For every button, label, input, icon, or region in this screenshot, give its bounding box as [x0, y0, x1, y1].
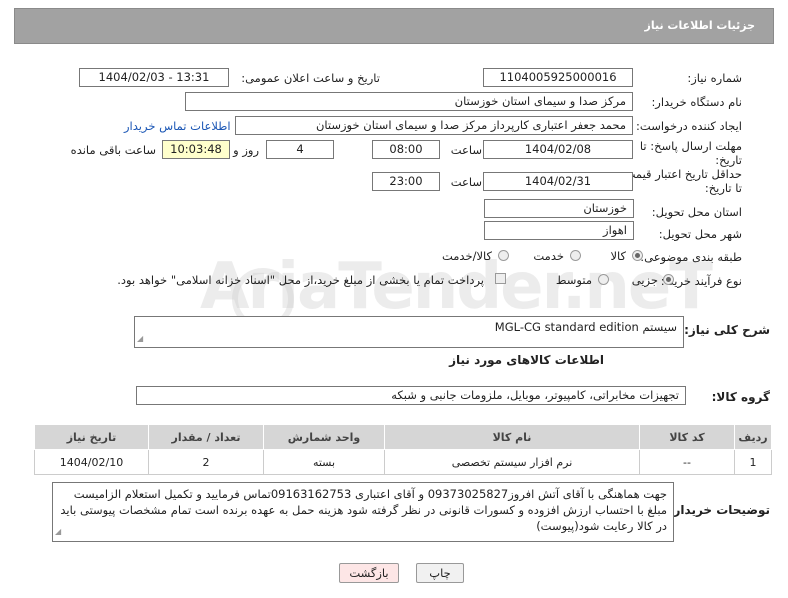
col-unit: واحد شمارش: [263, 424, 385, 450]
buyer-contact-link[interactable]: اطلاعات تماس خریدار: [124, 119, 231, 133]
province-field: خوزستان: [484, 199, 634, 218]
items-table: ردیف کد کالا نام کالا واحد شمارش تعداد /…: [34, 424, 772, 475]
resize-grip-icon: ◢: [55, 527, 62, 536]
resize-grip-icon: ◢: [137, 334, 144, 343]
province-label: استان محل تحویل:: [651, 205, 742, 219]
category-radio-goods[interactable]: [632, 250, 643, 261]
goods-section-title: اطلاعات کالاهای مورد نیاز: [449, 353, 604, 367]
buyer-notes-label: توضیحات خریدار:: [668, 503, 770, 517]
col-quantity: تعداد / مقدار: [148, 424, 264, 450]
category-radio-service[interactable]: [570, 250, 581, 261]
days-label: روز و: [233, 143, 259, 157]
details-header: جزئیات اطلاعات نیاز: [14, 8, 774, 44]
process-radio-minor[interactable]: [663, 274, 674, 285]
category-option-service: خدمت: [533, 249, 564, 263]
category-radio-goods-service[interactable]: [498, 250, 509, 261]
price-date-field: 1404/02/31: [483, 172, 633, 191]
process-radio-medium[interactable]: [598, 274, 609, 285]
table-row: 1 -- نرم افزار سیستم تخصصی بسته 2 1404/0…: [34, 449, 772, 475]
buyer-org-field: مرکز صدا و سیمای استان خوزستان: [185, 92, 633, 111]
price-validity-date-label: تا تاریخ:: [704, 181, 742, 195]
announce-field: 1404/02/03 - 13:31: [79, 68, 229, 87]
category-option-goods: کالا: [610, 249, 626, 263]
deadline-time-label: ساعت: [450, 143, 482, 157]
treasury-payment-checkbox[interactable]: [495, 273, 506, 284]
remaining-time-field: 10:03:48: [162, 140, 230, 159]
back-button[interactable]: بازگشت: [339, 563, 399, 583]
process-option-medium: متوسط: [555, 273, 592, 287]
city-field: اهواز: [484, 221, 634, 240]
days-field: 4: [266, 140, 334, 159]
col-name: نام کالا: [384, 424, 640, 450]
buyer-notes-text: جهت هماهنگی با آقای آتش افروز09373025827…: [60, 487, 667, 533]
city-label: شهر محل تحویل:: [658, 227, 742, 241]
need-number-label: شماره نیاز:: [687, 71, 742, 85]
page-title: جزئیات اطلاعات نیاز: [644, 19, 756, 32]
announce-label: تاریخ و ساعت اعلان عمومی:: [241, 71, 380, 85]
price-time-field: 23:00: [372, 172, 440, 191]
deadline-label: مهلت ارسال پاسخ: تا: [639, 139, 742, 153]
price-time-label: ساعت: [450, 175, 482, 189]
treasury-payment-note: پرداخت تمام یا بخشی از مبلغ خرید،از محل …: [117, 273, 484, 287]
description-text: سیستم MGL-CG standard edition: [494, 320, 677, 334]
cell-quantity: 2: [148, 449, 264, 475]
deadline-label-date: تاریخ:: [715, 153, 742, 167]
buyer-org-label: نام دستگاه خریدار:: [651, 95, 742, 109]
col-code: کد کالا: [639, 424, 735, 450]
price-validity-label: حداقل تاریخ اعتبار قیمت:: [620, 167, 742, 181]
process-option-minor: جزیی: [631, 273, 658, 287]
need-number-field: 1104005925000016: [483, 68, 633, 87]
cell-unit: بسته: [263, 449, 385, 475]
col-row: ردیف: [734, 424, 772, 450]
table-header-row: ردیف کد کالا نام کالا واحد شمارش تعداد /…: [34, 424, 772, 450]
cell-code: --: [639, 449, 735, 475]
description-textarea: سیستم MGL-CG standard edition ◢: [134, 316, 684, 348]
goods-group-label: گروه کالا:: [711, 390, 770, 404]
buyer-notes-textarea: جهت هماهنگی با آقای آتش افروز09373025827…: [52, 482, 674, 542]
print-button[interactable]: چاپ: [416, 563, 464, 583]
cell-name: نرم افزار سیستم تخصصی: [384, 449, 640, 475]
deadline-date-field: 1404/02/08: [483, 140, 633, 159]
remaining-label: ساعت باقی مانده: [70, 143, 156, 157]
category-label: طبقه بندی موضوعی:: [640, 250, 742, 264]
deadline-time-field: 08:00: [372, 140, 440, 159]
creator-field: محمد جعفر اعتباری کارپرداز مرکز صدا و سی…: [235, 116, 633, 135]
cell-date: 1404/02/10: [34, 449, 149, 475]
cell-row: 1: [734, 449, 772, 475]
goods-group-field: تجهیزات مخابراتی، کامپیوتر، موبایل، ملزو…: [136, 386, 686, 405]
col-date: تاریخ نیاز: [34, 424, 149, 450]
creator-label: ایجاد کننده درخواست:: [636, 119, 742, 133]
category-option-goods-service: کالا/خدمت: [441, 249, 492, 263]
description-label: شرح کلی نیاز:: [684, 323, 770, 337]
